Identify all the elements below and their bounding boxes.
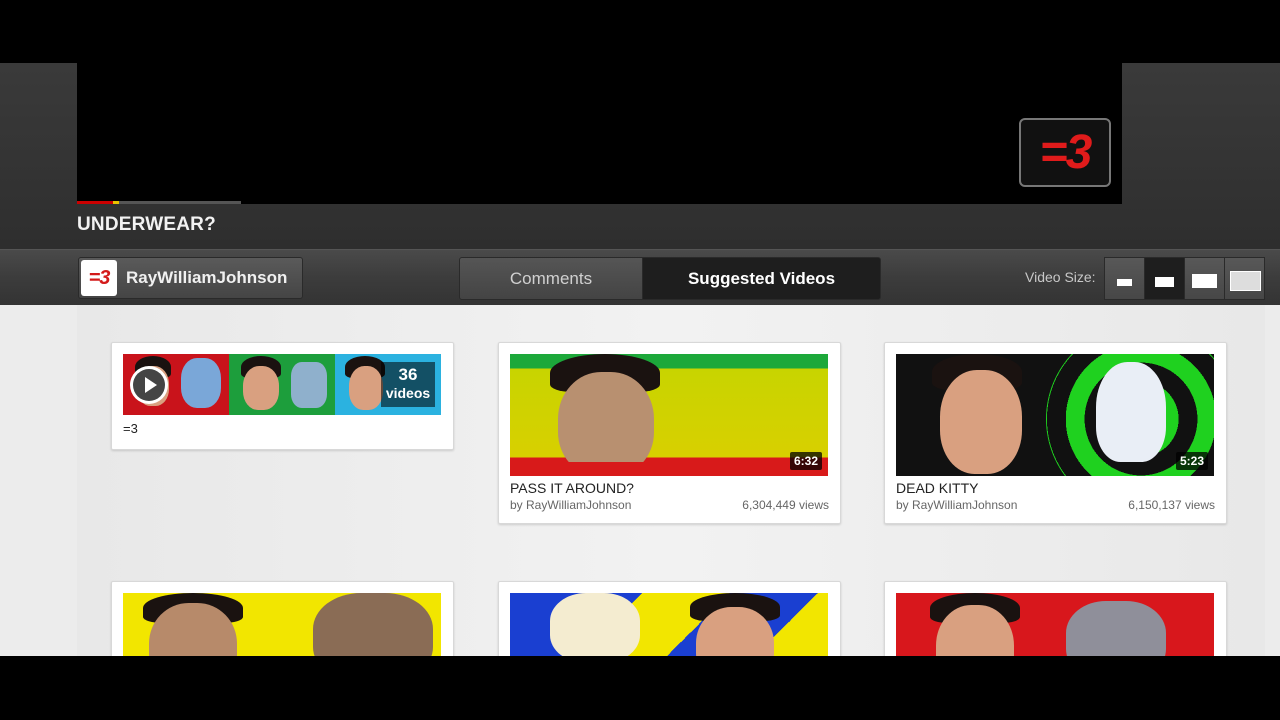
video-card[interactable]: 5:23 DEAD KITTY by RayWilliamJohnson 6,1…	[884, 342, 1227, 524]
playlist-count-overlay: 36 videos	[381, 362, 435, 407]
video-uploader[interactable]: by RayWilliamJohnson	[896, 498, 1017, 512]
tab-suggested-videos[interactable]: Suggested Videos	[642, 257, 881, 300]
video-title-link[interactable]: PASS IT AROUND?	[510, 480, 634, 496]
video-size-small-button[interactable]	[1104, 257, 1145, 300]
tab-group: Comments Suggested Videos	[459, 257, 881, 300]
size-small-icon	[1117, 279, 1132, 286]
video-views: 6,150,137 views	[1128, 498, 1215, 512]
progress-buffer	[119, 201, 241, 204]
playlist-thumbnail[interactable]: 36 videos	[123, 354, 441, 415]
tab-comments[interactable]: Comments	[459, 257, 643, 300]
playlist-thumb-2	[229, 354, 335, 415]
video-size-label: Video Size:	[1025, 269, 1096, 285]
video-duration: 5:23	[1175, 452, 1208, 470]
channel-button[interactable]: =3 RayWilliamJohnson	[78, 257, 303, 299]
video-size-selector	[1104, 257, 1265, 300]
video-card[interactable]: 6:32 PASS IT AROUND? by RayWilliamJohnso…	[498, 342, 841, 524]
video-title-link[interactable]: DEAD KITTY	[896, 480, 978, 496]
playlist-title[interactable]: =3	[123, 421, 138, 436]
video-size-medium-button[interactable]	[1144, 257, 1185, 300]
channel-avatar: =3	[81, 260, 117, 296]
video-thumbnail[interactable]: 6:32	[510, 354, 828, 476]
channel-name: RayWilliamJohnson	[126, 268, 288, 287]
playlist-count: 36	[398, 365, 418, 384]
progress-marker	[113, 201, 119, 204]
progress-played[interactable]	[77, 201, 113, 204]
channel-watermark-logo[interactable]: =3	[1019, 118, 1111, 187]
video-toolbar: =3 RayWilliamJohnson Comments Suggested …	[0, 249, 1280, 306]
letterbox-top	[0, 0, 1280, 63]
video-uploader[interactable]: by RayWilliamJohnson	[510, 498, 631, 512]
video-size-fullscreen-button[interactable]	[1224, 257, 1265, 300]
video-duration: 6:32	[789, 452, 822, 470]
video-player[interactable]: =3	[77, 63, 1122, 204]
video-size-large-button[interactable]	[1184, 257, 1225, 300]
size-fullscreen-icon	[1230, 271, 1261, 291]
video-title: UNDERWEAR?	[77, 214, 216, 235]
letterbox-bottom	[0, 656, 1280, 720]
playlist-card[interactable]: 36 videos =3	[111, 342, 454, 450]
size-medium-icon	[1155, 277, 1174, 287]
play-icon[interactable]	[130, 366, 168, 404]
video-views: 6,304,449 views	[742, 498, 829, 512]
video-thumbnail[interactable]: 5:23	[896, 354, 1214, 476]
suggested-videos-panel: 36 videos =3 6:32 PASS IT AROUND? by Ray…	[0, 305, 1280, 715]
size-large-icon	[1192, 274, 1217, 288]
playlist-count-label: videos	[385, 385, 431, 401]
